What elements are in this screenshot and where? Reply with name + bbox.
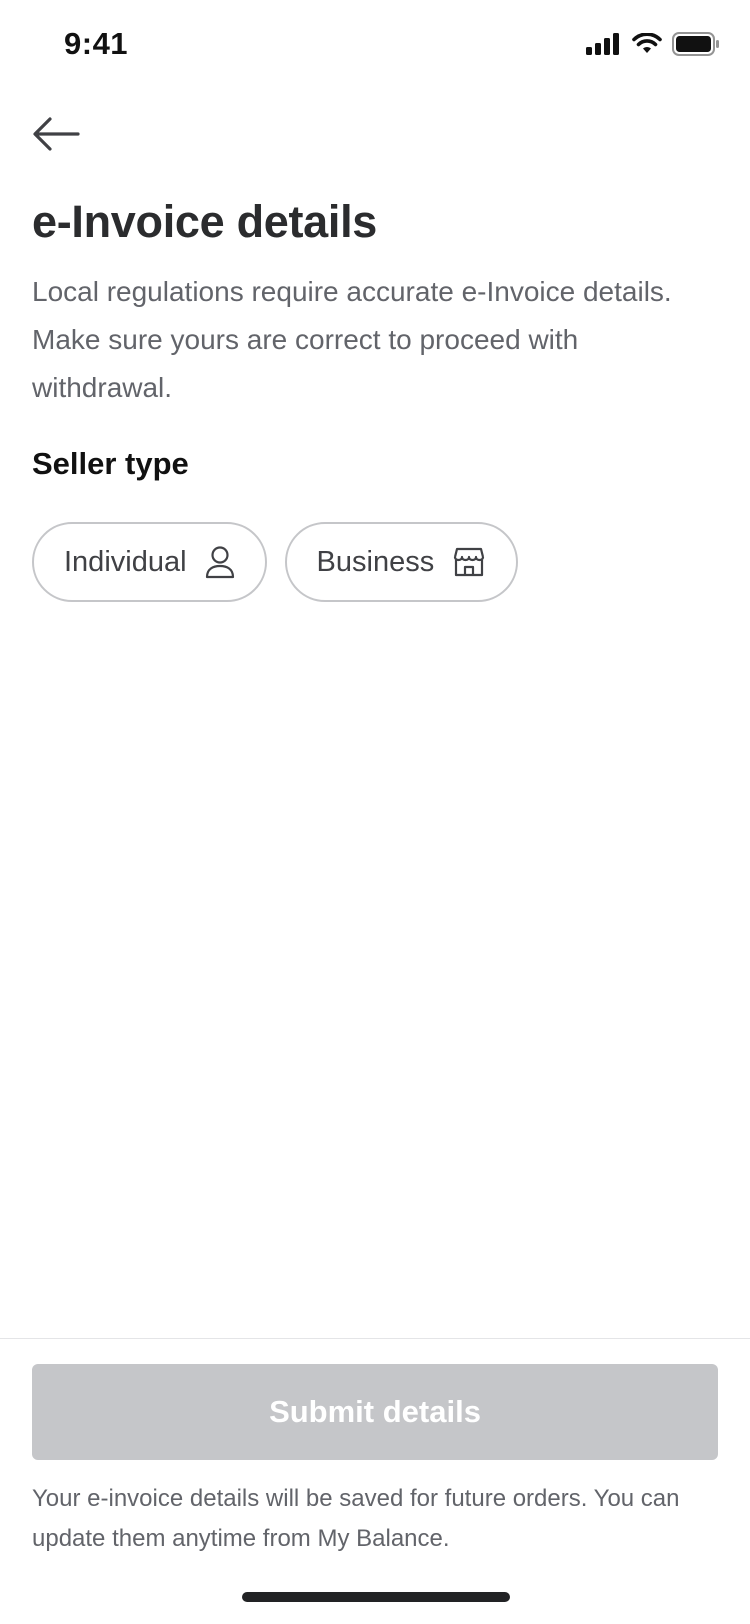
wifi-icon (632, 32, 662, 60)
seller-type-business-label: Business (316, 545, 435, 578)
footer-note: Your e-invoice details will be saved for… (32, 1485, 680, 1552)
footer: Submit details Your e-invoice details wi… (0, 1338, 750, 1624)
home-indicator[interactable] (242, 1592, 510, 1602)
status-icons (586, 32, 720, 61)
submit-details-button[interactable]: Submit details (32, 1364, 718, 1460)
storefront-icon (452, 547, 486, 577)
person-icon (205, 545, 235, 579)
arrow-left-icon (32, 116, 80, 157)
seller-type-business-chip[interactable]: Business (284, 522, 519, 602)
seller-type-options: Individual Business (32, 522, 519, 602)
seller-type-individual-label: Individual (64, 545, 187, 578)
page-title: e-Invoice details (32, 196, 378, 247)
battery-icon (672, 32, 720, 61)
cellular-signal-icon (586, 33, 622, 60)
back-button[interactable] (28, 112, 84, 160)
page-subtitle: Local regulations require accurate e-Inv… (32, 276, 672, 403)
seller-type-label: Seller type (32, 446, 189, 481)
seller-type-individual-chip[interactable]: Individual (32, 522, 267, 602)
status-bar: 9:41 (0, 0, 750, 88)
status-time: 9:41 (64, 26, 129, 61)
